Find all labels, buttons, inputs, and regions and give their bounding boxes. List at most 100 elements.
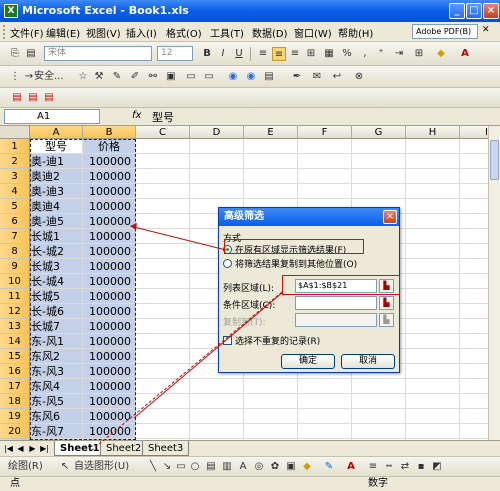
cell[interactable]: 100000 bbox=[83, 349, 136, 364]
fill-color-icon[interactable]: ◆ bbox=[434, 47, 448, 61]
macro-icon[interactable]: ☆ bbox=[76, 70, 90, 84]
cell[interactable]: 100000 bbox=[83, 319, 136, 334]
vertical-textbox-icon[interactable]: ▥ bbox=[220, 460, 234, 474]
column-header-e[interactable]: E bbox=[244, 126, 298, 139]
line-icon[interactable]: ╲ bbox=[146, 460, 160, 474]
cell[interactable] bbox=[190, 139, 244, 154]
cell[interactable] bbox=[298, 139, 352, 154]
cell[interactable]: 100000 bbox=[83, 334, 136, 349]
cell[interactable] bbox=[406, 349, 460, 364]
cell[interactable] bbox=[460, 244, 488, 259]
cell[interactable]: 东风2 bbox=[30, 349, 83, 364]
column-header-b[interactable]: B bbox=[83, 126, 136, 139]
cell[interactable] bbox=[136, 154, 190, 169]
cell[interactable] bbox=[136, 214, 190, 229]
column-header-f[interactable]: F bbox=[298, 126, 352, 139]
cell[interactable] bbox=[298, 154, 352, 169]
cell[interactable] bbox=[460, 154, 488, 169]
cell[interactable] bbox=[406, 379, 460, 394]
percent-icon[interactable]: % bbox=[340, 47, 354, 61]
cell[interactable] bbox=[406, 304, 460, 319]
menu-format[interactable]: 格式(O) bbox=[166, 25, 202, 40]
option-copy-to-location[interactable]: 将筛选结果复制到其他位置(O) bbox=[223, 257, 357, 270]
currency-icon[interactable]: ▦ bbox=[322, 47, 336, 61]
cell[interactable]: 长城3 bbox=[30, 259, 83, 274]
cell[interactable]: 长-城6 bbox=[30, 304, 83, 319]
cell[interactable] bbox=[460, 334, 488, 349]
cell[interactable] bbox=[352, 154, 406, 169]
cell[interactable] bbox=[352, 184, 406, 199]
cell[interactable]: 东-风7 bbox=[30, 424, 83, 439]
cell[interactable]: 100000 bbox=[83, 229, 136, 244]
menu-data[interactable]: 数据(D) bbox=[252, 25, 288, 40]
row-header[interactable]: 7 bbox=[0, 229, 30, 244]
row-header[interactable]: 17 bbox=[0, 379, 30, 394]
align-center-icon[interactable]: ≡ bbox=[272, 47, 286, 61]
merge-cells-icon[interactable]: ⊞ bbox=[304, 47, 318, 61]
indent-icon[interactable]: ⇥ bbox=[392, 47, 406, 61]
cell[interactable]: 奥-迪3 bbox=[30, 184, 83, 199]
cell[interactable]: 东-风3 bbox=[30, 364, 83, 379]
cell[interactable] bbox=[406, 229, 460, 244]
cell[interactable] bbox=[460, 274, 488, 289]
cell[interactable]: 100000 bbox=[83, 394, 136, 409]
cell[interactable]: 型号 bbox=[30, 139, 83, 154]
autoshapes-menu[interactable]: 自选图形(U) bbox=[74, 460, 138, 474]
draw-font-color-icon[interactable]: A bbox=[344, 460, 358, 474]
row-header[interactable]: 15 bbox=[0, 349, 30, 364]
bold-button[interactable]: B bbox=[200, 47, 214, 61]
picture-icon[interactable]: ▣ bbox=[284, 460, 298, 474]
cell[interactable] bbox=[298, 379, 352, 394]
row-header[interactable]: 14 bbox=[0, 334, 30, 349]
increase-decimal-icon[interactable]: ⁺ bbox=[374, 47, 388, 61]
comma-style-icon[interactable]: , bbox=[358, 47, 372, 61]
cell[interactable]: 100000 bbox=[83, 169, 136, 184]
column-header-c[interactable]: C bbox=[136, 126, 190, 139]
reply-icon[interactable]: ↩ bbox=[330, 70, 344, 84]
cell[interactable] bbox=[136, 289, 190, 304]
cell[interactable]: 奥-迪5 bbox=[30, 214, 83, 229]
cell[interactable] bbox=[244, 184, 298, 199]
cell[interactable]: 100000 bbox=[83, 244, 136, 259]
cell[interactable] bbox=[460, 199, 488, 214]
row-header[interactable]: 12 bbox=[0, 304, 30, 319]
option-filter-in-place[interactable]: 在原有区域显示筛选结果(F) bbox=[223, 243, 346, 256]
cell[interactable] bbox=[352, 169, 406, 184]
column-header-i[interactable]: I bbox=[460, 126, 488, 139]
font-name-select[interactable]: 宋体 bbox=[44, 46, 152, 61]
row-header[interactable]: 3 bbox=[0, 169, 30, 184]
cell[interactable] bbox=[460, 424, 488, 439]
row-header[interactable]: 16 bbox=[0, 364, 30, 379]
properties-icon[interactable]: ▣ bbox=[164, 70, 178, 84]
cell[interactable] bbox=[406, 184, 460, 199]
cell[interactable] bbox=[460, 319, 488, 334]
cell[interactable] bbox=[136, 169, 190, 184]
sheet-tab-1[interactable]: Sheet1 bbox=[54, 441, 106, 456]
cell[interactable]: 长城1 bbox=[30, 229, 83, 244]
cell[interactable] bbox=[406, 334, 460, 349]
send-icon[interactable]: ✉ bbox=[310, 70, 324, 84]
select-all-corner[interactable] bbox=[0, 126, 30, 139]
align-left-icon[interactable]: ≡ bbox=[256, 47, 270, 61]
cell[interactable] bbox=[460, 139, 488, 154]
column-header-a[interactable]: A bbox=[30, 126, 83, 139]
dialog-close-button[interactable]: × bbox=[383, 210, 397, 224]
cell[interactable] bbox=[406, 139, 460, 154]
oval-icon[interactable]: ○ bbox=[188, 460, 202, 474]
cell[interactable]: 东风6 bbox=[30, 409, 83, 424]
maximize-button[interactable]: □ bbox=[466, 3, 482, 19]
cell[interactable] bbox=[352, 409, 406, 424]
italic-button[interactable]: I bbox=[216, 47, 230, 61]
menu-tools[interactable]: 工具(T) bbox=[210, 25, 244, 40]
column-header-d[interactable]: D bbox=[190, 126, 244, 139]
cell[interactable]: 东-风5 bbox=[30, 394, 83, 409]
cell[interactable] bbox=[298, 394, 352, 409]
select-objects-icon[interactable]: ↖ bbox=[58, 460, 72, 474]
cell[interactable] bbox=[190, 154, 244, 169]
cell[interactable]: 长城7 bbox=[30, 319, 83, 334]
borders-icon[interactable]: ⊞ bbox=[412, 47, 426, 61]
cell[interactable] bbox=[406, 394, 460, 409]
cell[interactable] bbox=[244, 154, 298, 169]
menu-window[interactable]: 窗口(W) bbox=[294, 25, 332, 40]
cell[interactable] bbox=[460, 394, 488, 409]
